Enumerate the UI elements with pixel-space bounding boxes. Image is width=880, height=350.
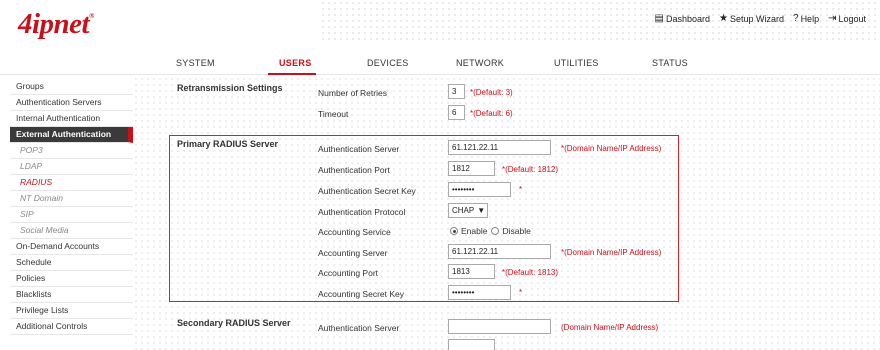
secondary-auth-server-hint: (Domain Name/IP Address): [561, 323, 659, 332]
retries-hint: *(Default: 3): [470, 88, 513, 97]
main-content: Retransmission Settings Number of Retrie…: [133, 76, 880, 350]
top-links: ▤ Dashboard ★ Setup Wizard ? Help ⇥ Logo…: [654, 13, 866, 25]
timeout-label: Timeout: [318, 109, 349, 119]
acct-service-label: Accounting Service: [318, 227, 391, 237]
auth-server-hint: *(Domain Name/IP Address): [561, 144, 662, 153]
secondary-auth-server-label: Authentication Server: [318, 323, 400, 333]
sidebar-item-radius[interactable]: RADIUS: [10, 175, 133, 191]
auth-server-input[interactable]: 61.121.22.11: [448, 140, 551, 155]
acct-enable-radio[interactable]: [450, 227, 458, 235]
sidebar-item-blacklists[interactable]: Blacklists: [10, 287, 133, 303]
acct-port-hint: *(Default: 1813): [502, 268, 559, 277]
help-icon: ?: [793, 13, 799, 24]
active-tab-indicator: [268, 73, 316, 75]
primary-radius-title: Primary RADIUS Server: [177, 139, 279, 149]
sidebar-item-internal-authentication[interactable]: Internal Authentication: [10, 111, 133, 127]
timeout-hint: *(Default: 6): [470, 109, 513, 118]
secondary-auth-server-input[interactable]: [448, 319, 551, 334]
tab-utilities[interactable]: UTILITIES: [554, 58, 599, 68]
auth-server-label: Authentication Server: [318, 144, 400, 154]
auth-port-input[interactable]: 1812: [448, 161, 495, 176]
logo[interactable]: 4ipnet®: [18, 8, 94, 41]
sidebar: Groups Authentication Servers Internal A…: [10, 79, 133, 335]
sidebar-item-policies[interactable]: Policies: [10, 271, 133, 287]
sidebar-item-ldap[interactable]: LDAP: [10, 159, 133, 175]
auth-protocol-label: Authentication Protocol: [318, 207, 406, 217]
sidebar-item-schedule[interactable]: Schedule: [10, 255, 133, 271]
sidebar-item-nt-domain[interactable]: NT Domain: [10, 191, 133, 207]
retries-input[interactable]: 3: [448, 84, 465, 99]
header: 4ipnet® ▤ Dashboard ★ Setup Wizard ? Hel…: [0, 0, 880, 44]
retransmission-title: Retransmission Settings: [177, 83, 283, 93]
primary-radius-highlight: [169, 135, 679, 302]
sidebar-item-pop3[interactable]: POP3: [10, 143, 133, 159]
chevron-down-icon: ▼: [477, 206, 486, 215]
acct-secret-hint: *: [519, 288, 523, 297]
acct-port-label: Accounting Port: [318, 268, 379, 278]
sidebar-item-external-authentication[interactable]: External Authentication: [10, 127, 133, 143]
logout-link[interactable]: ⇥ Logout: [828, 13, 866, 25]
auth-secret-hint: *: [519, 185, 523, 194]
acct-secret-input[interactable]: ••••••••: [448, 285, 511, 300]
acct-service-radio-group: Enable Disable: [450, 226, 531, 236]
dashboard-link[interactable]: ▤ Dashboard: [654, 13, 710, 25]
auth-secret-label: Authentication Secret Key: [318, 186, 416, 196]
auth-secret-input[interactable]: ••••••••: [448, 182, 511, 197]
acct-secret-label: Accounting Secret Key: [318, 289, 404, 299]
tab-network[interactable]: NETWORK: [456, 58, 504, 68]
auth-protocol-select[interactable]: CHAP ▼: [448, 203, 488, 218]
tab-users[interactable]: USERS: [279, 58, 312, 68]
timeout-input[interactable]: 6: [448, 105, 465, 120]
sidebar-item-additional-controls[interactable]: Additional Controls: [10, 319, 133, 335]
sidebar-item-on-demand-accounts[interactable]: On-Demand Accounts: [10, 239, 133, 255]
secondary-auth-port-input[interactable]: [448, 339, 495, 350]
acct-server-hint: *(Domain Name/IP Address): [561, 248, 662, 257]
tab-system[interactable]: SYSTEM: [176, 58, 215, 68]
auth-port-label: Authentication Port: [318, 165, 390, 175]
setup-wizard-icon: ★: [719, 13, 728, 24]
retries-label: Number of Retries: [318, 88, 387, 98]
setup-wizard-link[interactable]: ★ Setup Wizard: [719, 13, 784, 25]
tab-status[interactable]: STATUS: [652, 58, 688, 68]
acct-port-input[interactable]: 1813: [448, 264, 495, 279]
acct-server-input[interactable]: 61.121.22.11: [448, 244, 551, 259]
sidebar-item-sip[interactable]: SIP: [10, 207, 133, 223]
dashboard-icon: ▤: [654, 13, 664, 24]
logout-icon: ⇥: [828, 13, 837, 24]
acct-server-label: Accounting Server: [318, 248, 388, 258]
main-nav: SYSTEM USERS DEVICES NETWORK UTILITIES S…: [0, 55, 880, 75]
acct-disable-option[interactable]: Disable: [491, 226, 531, 236]
acct-enable-option[interactable]: Enable: [450, 226, 487, 236]
sidebar-item-groups[interactable]: Groups: [10, 79, 133, 95]
help-link[interactable]: ? Help: [793, 13, 819, 25]
auth-port-hint: *(Default: 1812): [502, 165, 559, 174]
acct-disable-radio[interactable]: [491, 227, 500, 235]
sidebar-item-privilege-lists[interactable]: Privilege Lists: [10, 303, 133, 319]
secondary-radius-title: Secondary RADIUS Server: [177, 318, 291, 328]
tab-devices[interactable]: DEVICES: [367, 58, 409, 68]
sidebar-item-authentication-servers[interactable]: Authentication Servers: [10, 95, 133, 111]
sidebar-item-social-media[interactable]: Social Media: [10, 223, 133, 239]
